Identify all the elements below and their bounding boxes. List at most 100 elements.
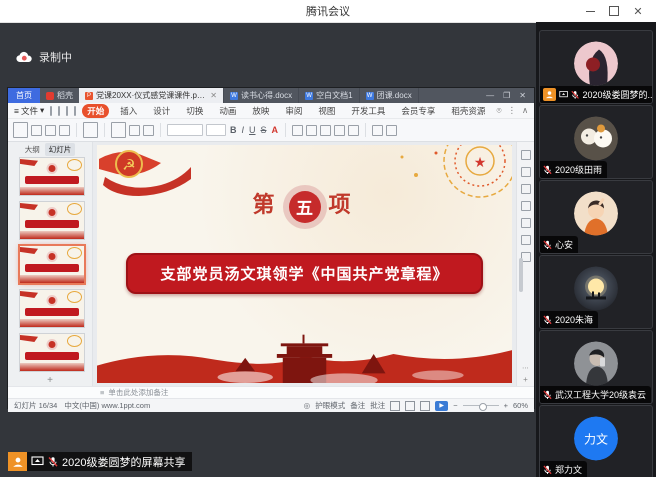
menu-item-home[interactable]: 开始: [82, 104, 109, 118]
share-info: 2020级娄圆梦的屏幕共享: [27, 452, 192, 471]
muted-mic-icon: [543, 315, 552, 325]
wps-side-tool-icon[interactable]: [521, 184, 531, 194]
redo-icon[interactable]: [74, 106, 76, 116]
minimize-button[interactable]: [578, 0, 602, 22]
collapse-ribbon-icon[interactable]: ∧: [522, 105, 528, 116]
play-from-current-icon[interactable]: [83, 122, 98, 138]
slide-thumbnail[interactable]: [20, 290, 84, 327]
participant-tile[interactable]: 力文 郑力文: [539, 405, 653, 477]
wps-side-tool-icon[interactable]: [521, 150, 531, 160]
numbered-list-icon[interactable]: [306, 125, 317, 136]
wps-restore-button[interactable]: ❐: [503, 91, 510, 100]
wps-document-tab-active[interactable]: P 党课20XX·仪式感党课课件.pptx ✕: [79, 88, 224, 103]
close-button[interactable]: ✕: [626, 0, 650, 22]
reading-view-icon[interactable]: [420, 401, 430, 411]
section-icon[interactable]: [143, 125, 154, 136]
bullet-list-icon[interactable]: [292, 125, 303, 136]
notes-bar[interactable]: ≡ 单击此处添加备注: [8, 386, 534, 398]
wps-side-tool-icon[interactable]: [521, 235, 531, 245]
wps-body: 大纲 幻灯片: [8, 142, 534, 386]
slide-thumbnail[interactable]: [20, 202, 84, 239]
layout-icon[interactable]: [129, 125, 140, 136]
wps-document-tab[interactable]: W 空白文档1: [299, 88, 359, 103]
slides-tab[interactable]: 幻灯片: [45, 143, 76, 156]
file-menu[interactable]: ≡ 文件 ▾: [14, 105, 44, 117]
current-slide[interactable]: ☭ ★ 第五项 支部党员汤文琪领学《中国共产党章程》: [97, 145, 512, 383]
copy-icon[interactable]: [45, 125, 56, 136]
wps-home-tab[interactable]: 首页: [8, 88, 40, 103]
zoom-in-button[interactable]: +: [504, 401, 508, 410]
slide-thumbnail[interactable]: [20, 334, 84, 371]
recording-indicator[interactable]: 录制中: [16, 49, 72, 65]
bold-button[interactable]: B: [229, 125, 238, 135]
text-direction-icon[interactable]: [372, 125, 383, 136]
wps-document-tab[interactable]: W 团课.docx: [360, 88, 419, 103]
wps-side-tool-icon[interactable]: [521, 167, 531, 177]
menu-item-animation[interactable]: 动画: [214, 104, 241, 118]
notes-toggle[interactable]: 备注: [350, 400, 365, 411]
participant-tile[interactable]: 2020朱海: [539, 255, 653, 329]
print-icon[interactable]: [58, 106, 60, 116]
underline-button[interactable]: U: [248, 125, 257, 135]
participant-name-bar: 2020级田雨: [540, 161, 607, 178]
zoom-slider-knob[interactable]: [479, 403, 487, 411]
side-plus-icon[interactable]: +: [523, 375, 528, 384]
slideshow-play-button[interactable]: ▶: [435, 401, 448, 411]
save-icon[interactable]: [50, 106, 52, 116]
tab-close-icon[interactable]: ✕: [210, 91, 217, 100]
menu-item-devtools[interactable]: 开发工具: [346, 104, 390, 118]
menu-item-docer-res[interactable]: 稻壳资源: [446, 104, 490, 118]
wps-document-tab[interactable]: W 读书心得.docx: [224, 88, 299, 103]
menu-item-insert[interactable]: 插入: [115, 104, 142, 118]
eye-protection-toggle[interactable]: 护眼模式: [315, 400, 345, 411]
notes-placeholder: 单击此处添加备注: [108, 387, 168, 398]
zoom-out-button[interactable]: −: [453, 401, 457, 410]
line-spacing-icon[interactable]: [348, 125, 359, 136]
wps-side-tool-icon[interactable]: [521, 218, 531, 228]
paragraph-layout-icon[interactable]: [386, 125, 397, 136]
menu-item-member[interactable]: 会员专享: [396, 104, 440, 118]
undo-icon[interactable]: [66, 106, 68, 116]
wps-docer-tab[interactable]: 稻壳: [40, 88, 79, 103]
eye-protection-icon: ◎: [304, 401, 311, 410]
menu-item-review[interactable]: 审阅: [280, 104, 307, 118]
paste-icon[interactable]: [13, 122, 28, 138]
comments-toggle[interactable]: 批注: [370, 400, 385, 411]
wps-side-tool-icon[interactable]: [521, 201, 531, 211]
menu-item-view[interactable]: 视图: [313, 104, 340, 118]
screen-share-banner[interactable]: 2020级娄圆梦的屏幕共享: [8, 452, 192, 471]
participant-tile[interactable]: 2020级田雨: [539, 105, 653, 179]
format-painter-icon[interactable]: [59, 125, 70, 136]
participant-tile[interactable]: 心安: [539, 180, 653, 254]
slide-banner-text: 支部党员汤文琪领学《中国共产党章程》: [126, 253, 483, 294]
add-slide-button[interactable]: +: [8, 374, 92, 386]
outline-tab[interactable]: 大纲: [25, 144, 40, 155]
align-center-icon[interactable]: [334, 125, 345, 136]
slide-thumbnail[interactable]: [20, 158, 84, 195]
cut-icon[interactable]: [31, 125, 42, 136]
participant-tile[interactable]: 2020级娄圆梦的...: [539, 30, 653, 104]
new-slide-icon[interactable]: [111, 122, 126, 138]
font-size-combo[interactable]: [206, 124, 226, 136]
participant-tile[interactable]: 武汉工程大学20级袁云: [539, 330, 653, 404]
side-more-icon[interactable]: ⋯: [522, 364, 529, 372]
slide-sorter-icon[interactable]: [405, 401, 415, 411]
wps-minimize-button[interactable]: —: [486, 91, 494, 100]
zoom-level: 60%: [513, 401, 528, 410]
font-family-combo[interactable]: [167, 124, 203, 136]
strikethrough-button[interactable]: S: [260, 125, 268, 135]
italic-button[interactable]: I: [241, 125, 246, 135]
normal-view-icon[interactable]: [390, 401, 400, 411]
align-left-icon[interactable]: [320, 125, 331, 136]
slide-thumbnail-selected[interactable]: [20, 246, 84, 283]
wps-close-button[interactable]: ✕: [519, 91, 526, 100]
notification-bell-icon[interactable]: ⌾: [496, 105, 501, 116]
more-options-icon[interactable]: ⋮: [508, 105, 517, 116]
menu-item-transition[interactable]: 切换: [181, 104, 208, 118]
maximize-button[interactable]: [602, 0, 626, 22]
zoom-slider[interactable]: [463, 405, 499, 406]
menu-item-slideshow[interactable]: 放映: [247, 104, 274, 118]
font-color-button[interactable]: A: [271, 125, 280, 135]
menu-item-design[interactable]: 设计: [148, 104, 175, 118]
vertical-scrollbar[interactable]: [519, 258, 523, 292]
